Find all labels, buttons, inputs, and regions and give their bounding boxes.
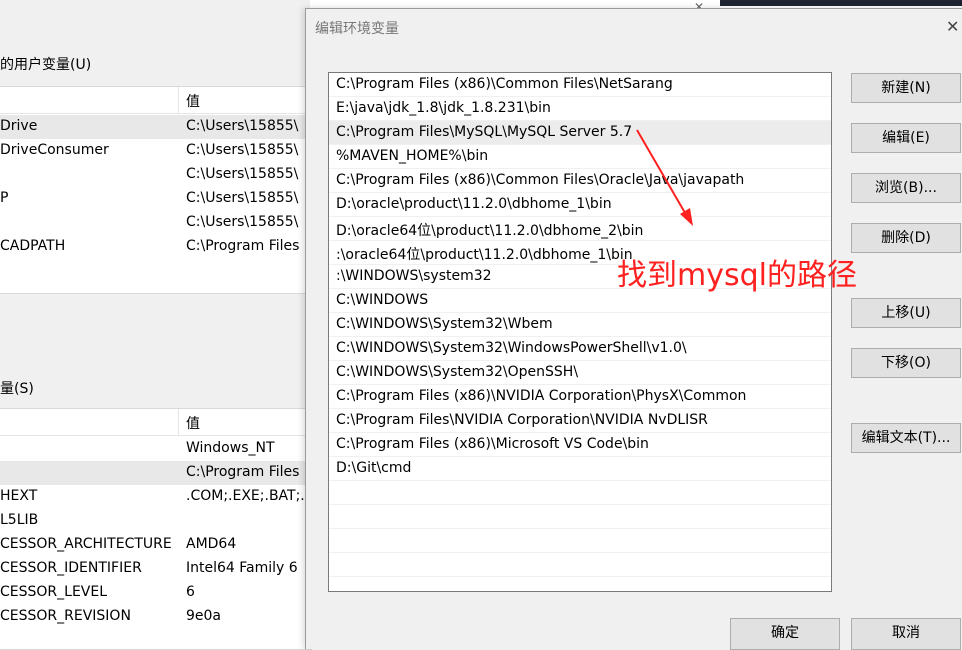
annotation-arrow-icon [636, 129, 693, 226]
annotation-text: 找到mysql的路径 [617, 258, 857, 293]
